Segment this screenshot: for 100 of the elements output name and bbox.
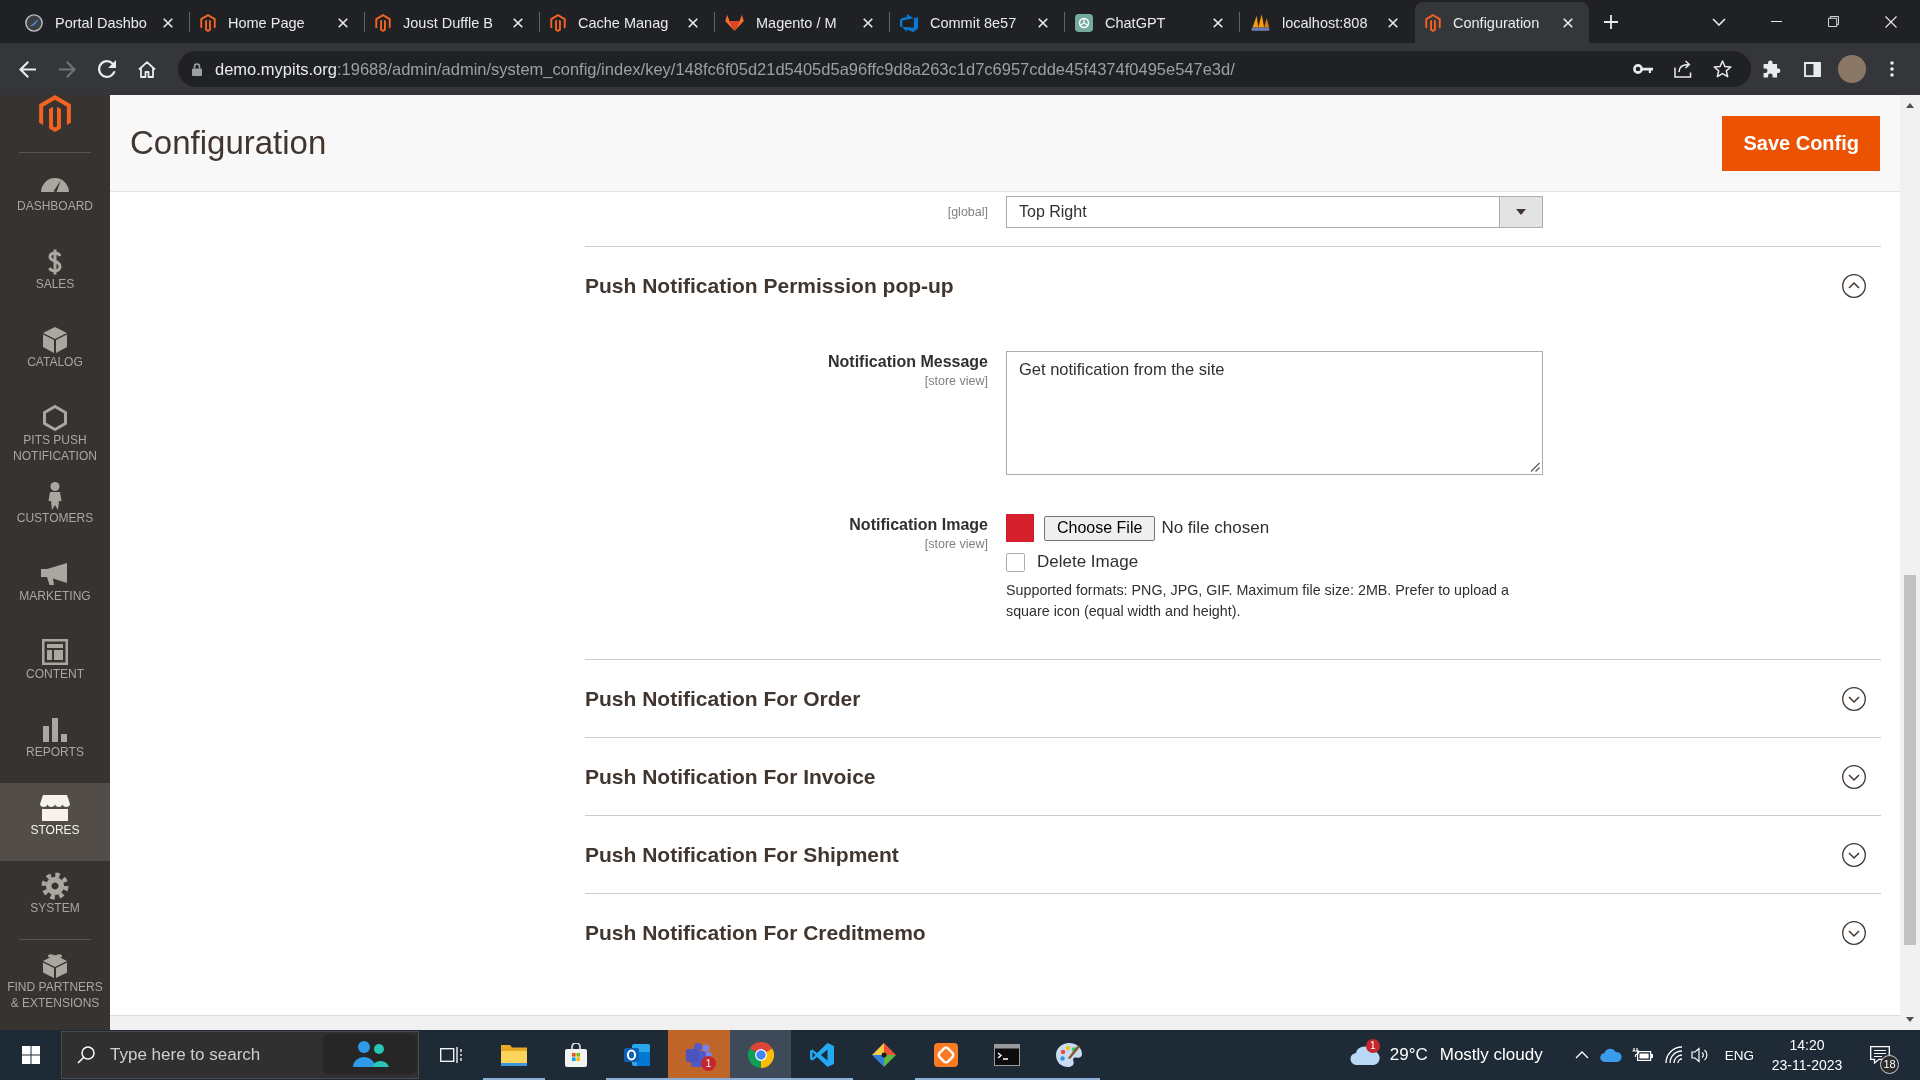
- close-icon[interactable]: [338, 17, 348, 28]
- close-icon[interactable]: [688, 17, 698, 28]
- menu-item[interactable]: DASHBOARD: [0, 159, 110, 237]
- side-panel-icon[interactable]: [1803, 61, 1821, 77]
- chevron-down-icon[interactable]: [1711, 17, 1726, 26]
- menu-icon[interactable]: [1890, 61, 1894, 77]
- section-header[interactable]: Push Notification For Shipment: [585, 816, 1881, 893]
- temperature-text[interactable]: 29°C: [1389, 1045, 1428, 1065]
- m-logo-icon: [39, 95, 71, 132]
- menu-item[interactable]: CATALOG: [0, 315, 110, 393]
- browser-tab[interactable]: Commit 8e57: [890, 2, 1064, 43]
- wifi-icon[interactable]: [1664, 1046, 1683, 1064]
- address-bar[interactable]: demo.mypits.org:19688/admin/admin/system_config/index/key/148fc6f05d21d5405d5a96ffc9d8a263c1d7c6957cdde45f4374f0495e547e3d/: [178, 51, 1751, 87]
- reload-icon[interactable]: [98, 60, 116, 78]
- mail-icon: [624, 1043, 651, 1067]
- swirl-logo-icon: [25, 13, 43, 32]
- m-logo-icon: [550, 13, 566, 32]
- bar-chart-icon: [43, 718, 67, 742]
- megaphone-icon: [41, 563, 69, 585]
- resize-grip-icon[interactable]: [1530, 462, 1540, 472]
- taskbar-app-button[interactable]: 1: [668, 1030, 730, 1080]
- browser-tab[interactable]: ChatGPT: [1065, 2, 1239, 43]
- close-icon[interactable]: [1885, 15, 1898, 28]
- section-header[interactable]: Push Notification For Order: [585, 660, 1881, 737]
- task-view-icon[interactable]: [440, 1046, 462, 1064]
- save-config-button[interactable]: Save Config: [1722, 115, 1880, 171]
- battery-icon[interactable]: [1630, 1048, 1653, 1062]
- menu-item[interactable]: MARKETING: [0, 549, 110, 627]
- field-note: Supported formats: PNG, JPG, GIF. Maximum file size: 2MB. Prefer to upload a square icon (equal width and height).: [1006, 581, 1510, 621]
- star-icon[interactable]: [1713, 60, 1732, 78]
- triangle-up-icon[interactable]: [1906, 103, 1914, 108]
- chevron-up-icon[interactable]: [1574, 1051, 1589, 1059]
- url-text[interactable]: demo.mypits.org:19688/admin/admin/system_config/index/key/148fc6f05d21d5405d5a96ffc9d8a263c1d7c6957cdde45f4374f0495e547e3d/: [215, 59, 1620, 79]
- triangle-down-icon[interactable]: [1906, 1017, 1914, 1022]
- shopping-bag-icon: [563, 1043, 588, 1067]
- section-header[interactable]: Push Notification For Creditmemo: [585, 894, 1881, 971]
- weather-text[interactable]: Mostly cloudy: [1439, 1045, 1543, 1065]
- menu-item[interactable]: REPORTS: [0, 705, 110, 783]
- gauge-icon: [41, 176, 69, 192]
- page-title: Configuration: [130, 124, 327, 162]
- menu-item[interactable]: FIND PARTNERS & EXTENSIONS: [0, 940, 110, 1018]
- lock-icon[interactable]: [192, 62, 202, 76]
- scrollbar-thumb[interactable]: [1904, 575, 1916, 945]
- terminal-icon: [994, 1044, 1021, 1066]
- section-header[interactable]: Push Notification For Invoice: [585, 738, 1881, 815]
- puzzle-piece-icon[interactable]: [1763, 60, 1781, 78]
- menu-item[interactable]: CUSTOMERS: [0, 471, 110, 549]
- clock-date[interactable]: 23-11-2023: [1771, 1055, 1843, 1075]
- scope-label: [store view]: [924, 536, 988, 552]
- close-icon[interactable]: [1563, 17, 1573, 28]
- menu-item[interactable]: SALES: [0, 237, 110, 315]
- message-textarea[interactable]: Get notification from the site: [1006, 351, 1543, 475]
- menu-item[interactable]: CONTENT: [0, 627, 110, 705]
- browser-tab[interactable]: Portal Dashbo: [15, 2, 189, 43]
- scrollbar[interactable]: [1900, 95, 1920, 1030]
- cloud-icon[interactable]: [1599, 1048, 1622, 1062]
- window-panes-icon[interactable]: [21, 1046, 40, 1064]
- position-select[interactable]: Top Right: [1006, 196, 1543, 228]
- speaker-icon[interactable]: [1690, 1047, 1709, 1063]
- logo-icon: [900, 13, 918, 32]
- menu-item[interactable]: SYSTEM: [0, 861, 110, 939]
- close-icon[interactable]: [1038, 17, 1048, 28]
- restore-icon[interactable]: [1828, 16, 1840, 27]
- browser-tab[interactable]: Home Page: [190, 2, 364, 43]
- close-icon[interactable]: [1213, 17, 1223, 28]
- layout-icon: [42, 639, 68, 665]
- home-icon[interactable]: [138, 60, 156, 78]
- share-icon[interactable]: [1674, 60, 1692, 78]
- close-icon[interactable]: [863, 17, 873, 28]
- palette-icon: [1056, 1043, 1083, 1067]
- field-label: Notification Image: [849, 515, 988, 535]
- browser-icon: [747, 1042, 774, 1068]
- minimize-icon[interactable]: [1770, 21, 1782, 22]
- browser-tab[interactable]: Joust Duffle B: [365, 2, 539, 43]
- menu-item[interactable]: STORES: [0, 783, 110, 861]
- browser-tab[interactable]: Configuration: [1415, 2, 1589, 43]
- folder-icon: [500, 1044, 527, 1066]
- field-label: Notification Message: [827, 352, 988, 372]
- close-icon[interactable]: [1388, 17, 1398, 28]
- language-indicator[interactable]: ENG: [1724, 1047, 1754, 1063]
- diamond-icon: [871, 1043, 896, 1067]
- dropdown-arrow-icon: [1516, 209, 1526, 215]
- close-icon[interactable]: [163, 17, 173, 28]
- browser-tab[interactable]: Cache Manag: [540, 2, 714, 43]
- browser-tab[interactable]: Magento / M: [715, 2, 889, 43]
- browser-tab[interactable]: localhost:808: [1240, 2, 1414, 43]
- plus-icon[interactable]: [1604, 15, 1618, 29]
- back-arrow-icon[interactable]: [18, 60, 36, 78]
- clock-time[interactable]: 14:20: [1789, 1035, 1825, 1055]
- section-header[interactable]: Push Notification Permission pop-up: [585, 247, 1881, 324]
- choose-file-button[interactable]: Choose File: [1044, 515, 1156, 541]
- close-icon[interactable]: [513, 17, 523, 28]
- avatar-icon[interactable]: [1838, 55, 1866, 83]
- sails-logo-icon: [1250, 14, 1270, 31]
- menu-item[interactable]: PITS PUSH NOTIFICATION: [0, 393, 110, 471]
- delete-image-checkbox[interactable]: [1006, 552, 1025, 572]
- storefront-icon: [40, 795, 70, 821]
- key-icon[interactable]: [1633, 64, 1653, 74]
- notification-badge: 1: [701, 1056, 717, 1071]
- checkbox-label[interactable]: Delete Image: [1037, 552, 1139, 572]
